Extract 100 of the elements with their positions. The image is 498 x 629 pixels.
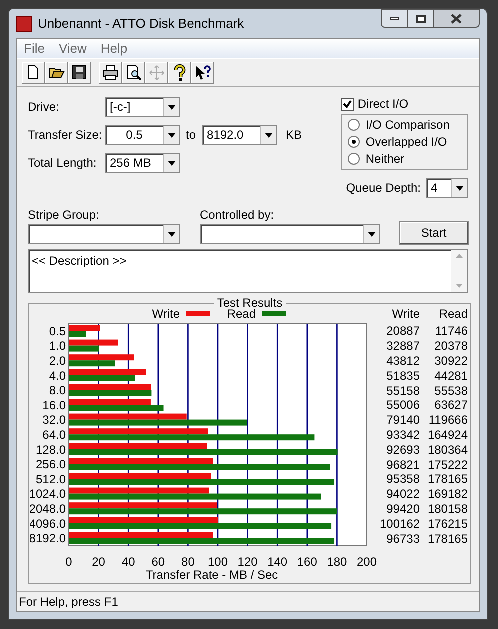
result-value: 44281 xyxy=(434,368,468,385)
menu-item[interactable]: View xyxy=(58,38,87,58)
axis-tick-label: 160 xyxy=(297,555,318,569)
result-value: 93342 xyxy=(386,426,420,444)
dropdown-field[interactable] xyxy=(200,224,380,244)
axis-tick-label: 140 xyxy=(268,555,288,569)
dropdown-field[interactable]: 0.5 xyxy=(105,125,180,145)
group-title: Test Results xyxy=(216,296,284,310)
menu-item[interactable]: Help xyxy=(100,38,128,58)
new-icon[interactable] xyxy=(22,62,45,84)
result-value: 96821 xyxy=(386,456,420,474)
column-header: Read xyxy=(438,306,468,322)
minimize-button[interactable] xyxy=(381,9,408,28)
app-logo-icon xyxy=(16,16,32,32)
transfer-size-label: 0.5 xyxy=(49,324,66,338)
radio-label: Overlapped I/O xyxy=(366,134,448,151)
preview-icon[interactable] xyxy=(122,62,145,84)
transfer-size-label: 4096.0 xyxy=(30,516,66,531)
help-icon[interactable] xyxy=(168,62,191,84)
result-value: 180364 xyxy=(426,442,468,459)
axis-tick-label: 0 xyxy=(66,555,72,569)
checkbox-label: Direct I/O xyxy=(358,96,409,113)
result-value: 96733 xyxy=(386,530,420,548)
result-value: 92693 xyxy=(386,442,420,459)
transfer-size-label: 16.0 xyxy=(42,398,66,412)
result-value: 20887 xyxy=(386,323,420,340)
save-icon[interactable] xyxy=(68,62,91,84)
dropdown-field[interactable]: 4 xyxy=(426,178,468,198)
result-value: 55538 xyxy=(434,382,468,400)
status-text: For Help, press F1 xyxy=(19,594,118,610)
axis-tick-label: 20 xyxy=(92,555,106,569)
result-value: 175222 xyxy=(426,456,468,474)
axis-tick-label: 120 xyxy=(238,555,258,569)
legend-label: Read xyxy=(227,307,256,321)
transfer-size-label: 8.0 xyxy=(49,384,66,398)
column-header: Write xyxy=(391,306,420,322)
legend-label: Write xyxy=(152,307,180,321)
result-value: 79140 xyxy=(386,412,420,430)
transfer-size-label: 8192.0 xyxy=(30,532,66,546)
result-value: 178165 xyxy=(426,530,468,548)
print-icon[interactable] xyxy=(99,62,122,84)
field-label: Stripe Group: xyxy=(28,207,100,224)
radio-button[interactable] xyxy=(348,119,360,131)
axis-tick-label: 80 xyxy=(182,555,195,569)
close-button[interactable] xyxy=(434,9,480,28)
radio-button[interactable] xyxy=(348,153,360,165)
result-value: 176215 xyxy=(426,516,468,533)
result-value: 55006 xyxy=(386,397,420,414)
result-value: 95358 xyxy=(386,471,420,488)
field-label: Total Length: xyxy=(28,155,98,172)
maximize-button[interactable] xyxy=(408,9,434,28)
radio-button[interactable] xyxy=(348,136,360,148)
dropdown-field[interactable] xyxy=(28,224,180,244)
field-label: Transfer Size: xyxy=(28,127,104,144)
axis-tick-label: 40 xyxy=(122,555,136,569)
transfer-size-label: 1.0 xyxy=(49,339,66,354)
open-icon[interactable] xyxy=(45,62,68,84)
dropdown-field[interactable]: [-c-] xyxy=(105,97,180,117)
window-title: Unbenannt - ATTO Disk Benchmark xyxy=(38,14,244,33)
close-icon xyxy=(451,14,462,24)
axis-tick-label: 100 xyxy=(208,555,228,569)
field-label: Controlled by: xyxy=(200,207,276,224)
transfer-size-label: 1024.0 xyxy=(30,487,66,502)
transfer-size-label: 64.0 xyxy=(42,428,66,442)
axis-title: Transfer Rate - MB / Sec xyxy=(146,568,278,582)
result-value: 99420 xyxy=(386,500,420,518)
transfer-size-label: 256.0 xyxy=(36,458,66,472)
field-label: Queue Depth: xyxy=(346,180,421,197)
radio-label: I/O Comparison xyxy=(366,117,450,134)
result-value: 119666 xyxy=(428,412,468,430)
transfer-size-label: 4.0 xyxy=(49,368,66,383)
menu-item[interactable]: File xyxy=(24,38,45,58)
transfer-size-label: 2.0 xyxy=(49,354,66,368)
result-value: 164924 xyxy=(426,426,468,444)
axis-tick-label: 200 xyxy=(356,555,378,569)
dropdown-field[interactable]: 8192.0 xyxy=(202,125,278,145)
checkbox[interactable] xyxy=(340,98,354,110)
result-value: 30922 xyxy=(434,353,468,370)
result-value: 20378 xyxy=(434,338,468,356)
result-value: 32887 xyxy=(386,338,420,356)
transfer-size-label: 2048.0 xyxy=(30,502,66,516)
transfer-size-label: 512.0 xyxy=(36,472,66,486)
result-value: 100162 xyxy=(380,516,420,533)
result-value: 55158 xyxy=(386,382,420,400)
radio-label: Neither xyxy=(366,151,405,168)
result-value: 11746 xyxy=(434,323,468,340)
axis-tick-label: 180 xyxy=(327,555,348,569)
unit-label: KB xyxy=(286,127,302,144)
to-label: to xyxy=(186,127,196,144)
start-button[interactable]: Start xyxy=(400,222,468,244)
result-value: 51835 xyxy=(386,368,420,385)
result-value: 169182 xyxy=(426,486,468,504)
transfer-size-label: 32.0 xyxy=(42,413,66,428)
result-value: 180158 xyxy=(426,500,468,518)
dropdown-field[interactable]: 256 MB xyxy=(105,153,180,173)
result-value: 178165 xyxy=(426,471,468,488)
axis-tick-label: 60 xyxy=(152,555,166,569)
field-label: Drive: xyxy=(28,99,60,116)
transfer-size-label: 128.0 xyxy=(36,442,66,457)
result-value: 94022 xyxy=(386,486,420,504)
